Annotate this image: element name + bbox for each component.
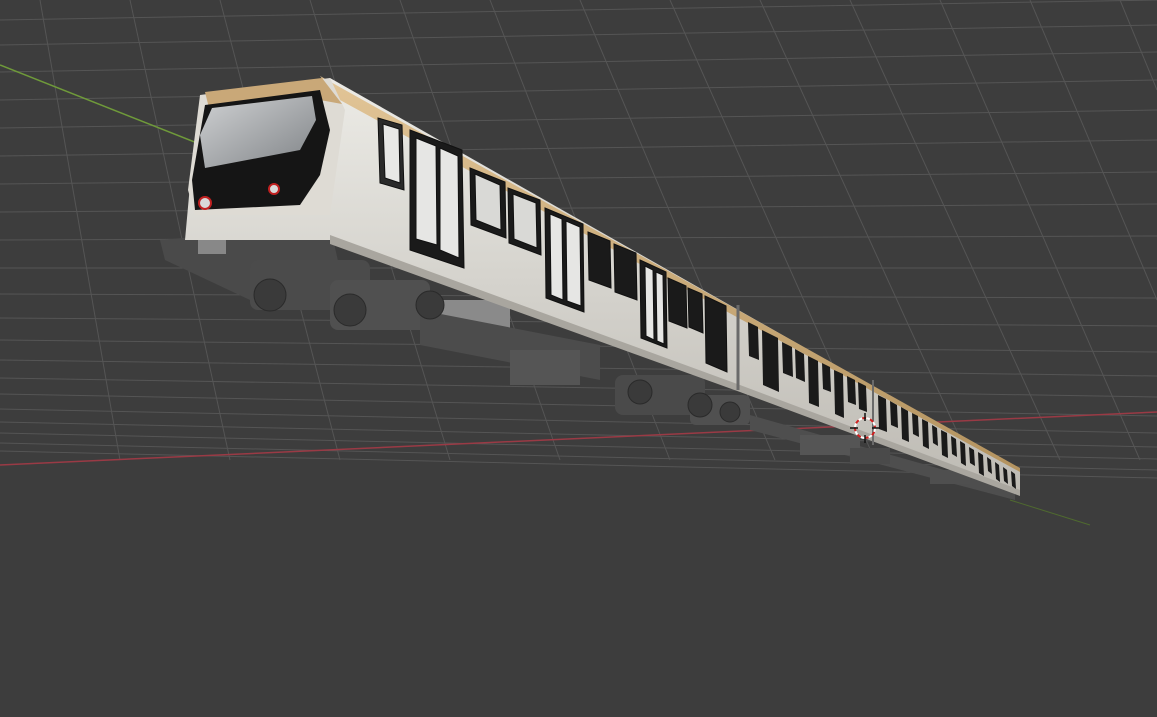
viewport-canvas[interactable]	[0, 0, 1157, 717]
y-axis-line-far	[1009, 499, 1091, 526]
3d-viewport[interactable]	[0, 0, 1157, 717]
headlight-right-icon	[268, 183, 280, 195]
coupler	[198, 240, 226, 254]
headlight-left-icon	[198, 196, 212, 210]
